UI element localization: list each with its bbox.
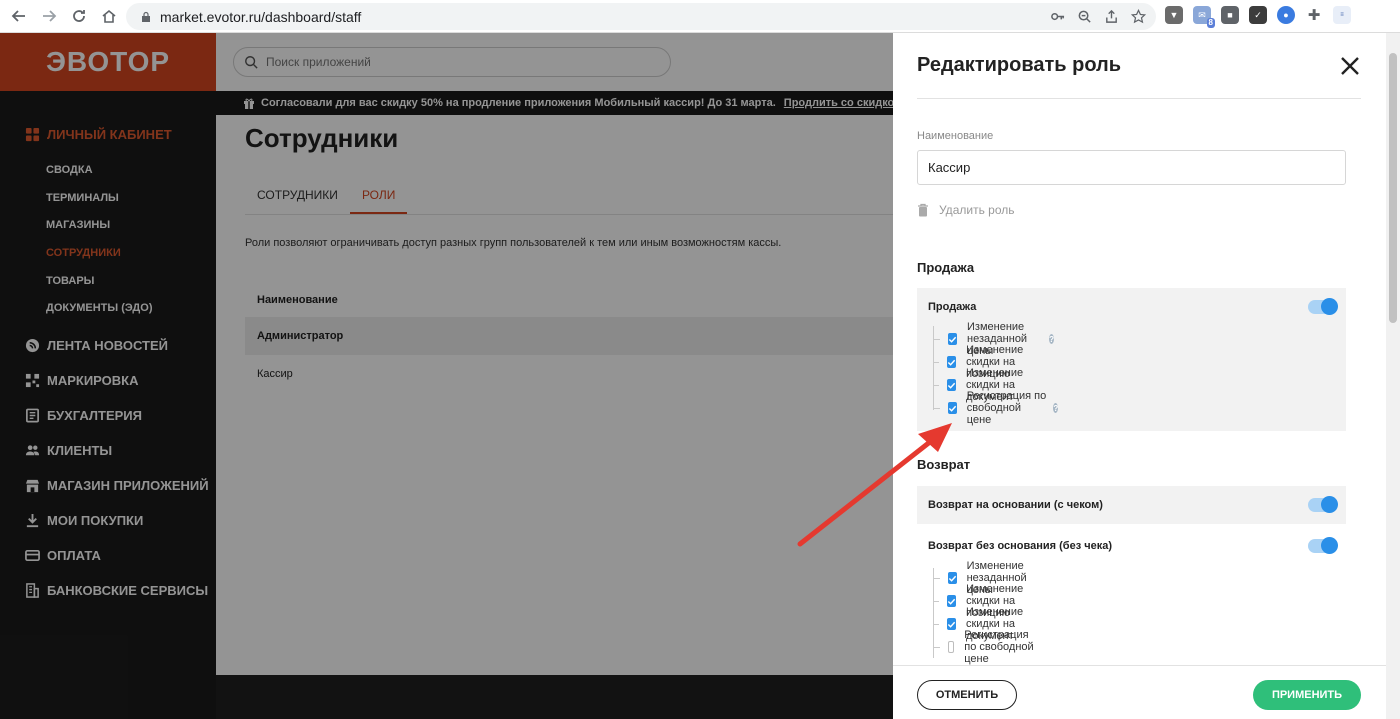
permission-label: Регистрация по свободной цене: [966, 390, 1047, 426]
checkbox-checked[interactable]: [947, 356, 957, 368]
puzzle-icon[interactable]: ✚: [1305, 6, 1323, 24]
help-icon[interactable]: ?: [1049, 334, 1055, 344]
modal-overlay[interactable]: [0, 33, 893, 719]
return-without-receipt-toggle[interactable]: [1308, 537, 1338, 554]
check-extension-icon[interactable]: ✓: [1249, 6, 1267, 24]
checkbox-checked[interactable]: [947, 595, 957, 607]
globe-extension-icon[interactable]: ●: [1277, 6, 1295, 24]
role-name-input[interactable]: [917, 150, 1346, 185]
return-with-receipt-row: Возврат на основании (с чеком): [917, 486, 1346, 524]
zoom-icon[interactable]: [1077, 9, 1092, 24]
edit-role-drawer: Редактировать роль Наименование Удалить …: [893, 33, 1400, 719]
tree-branch: [933, 646, 940, 648]
checkbox-checked[interactable]: [948, 333, 958, 345]
promo-extension-icon[interactable]: ≡: [1333, 6, 1351, 24]
tree-branch: [933, 361, 940, 363]
url-text: market.evotor.ru/dashboard/staff: [160, 8, 362, 25]
check-icon: [948, 575, 956, 582]
extensions-bar: ▼ ✉ 8 ■ ✓ ● ✚ ≡: [1165, 6, 1351, 28]
tree-branch: [933, 600, 940, 602]
trash-icon: [918, 203, 928, 217]
square-extension-icon[interactable]: ■: [1221, 6, 1239, 24]
delete-role-button[interactable]: Удалить роль: [917, 203, 1015, 217]
check-icon: [948, 336, 957, 343]
forward-button[interactable]: [38, 5, 60, 27]
lock-icon: [142, 11, 150, 22]
shield-extension-icon[interactable]: ▼: [1165, 6, 1183, 24]
drawer-header: Редактировать роль: [917, 33, 1361, 99]
home-button[interactable]: [98, 5, 120, 27]
sale-toggle[interactable]: [1308, 298, 1338, 315]
star-icon[interactable]: [1131, 9, 1146, 24]
sale-toggle-label: Продажа: [928, 301, 977, 313]
check-icon: [947, 621, 956, 628]
back-button[interactable]: [8, 5, 30, 27]
check-icon: [947, 359, 956, 366]
tree-branch: [933, 338, 941, 340]
reload-button[interactable]: [68, 5, 90, 27]
checkbox-checked[interactable]: [946, 379, 956, 391]
checkbox-unchecked[interactable]: [947, 641, 955, 653]
cancel-button[interactable]: ОТМЕНИТЬ: [917, 680, 1017, 710]
scrollbar-thumb[interactable]: [1389, 53, 1397, 323]
checkbox-checked[interactable]: [946, 618, 956, 630]
arrow-left-icon: [11, 10, 25, 22]
check-icon: [947, 598, 956, 605]
drawer-scrollbar[interactable]: [1386, 33, 1400, 719]
permission-item[interactable]: Регистрация по свободной цене ?: [933, 390, 1059, 426]
checkbox-checked[interactable]: [947, 402, 957, 414]
drawer-footer: ОТМЕНИТЬ ПРИМЕНИТЬ: [893, 665, 1386, 719]
tree-branch: [933, 407, 940, 409]
tree-branch: [933, 384, 939, 386]
address-bar[interactable]: market.evotor.ru/dashboard/staff: [126, 3, 1156, 30]
home-icon: [102, 9, 116, 23]
check-icon: [947, 382, 956, 389]
delete-role-label: Удалить роль: [939, 203, 1015, 217]
apply-button[interactable]: ПРИМЕНИТЬ: [1253, 680, 1361, 710]
address-bar-actions: [1050, 3, 1146, 30]
tree-branch: [933, 623, 939, 625]
name-field-label: Наименование: [917, 130, 994, 142]
key-icon[interactable]: [1050, 9, 1065, 24]
check-icon: [948, 405, 956, 412]
return-with-receipt-label: Возврат на основании (с чеком): [928, 499, 1103, 511]
browser-toolbar: market.evotor.ru/dashboard/staff ▼ ✉ 8 ■ …: [0, 0, 1400, 33]
mail-extension-icon[interactable]: ✉ 8: [1193, 6, 1215, 28]
permission-label: Регистрация по свободной цене: [964, 629, 1034, 665]
tree-branch: [933, 577, 940, 579]
help-icon[interactable]: ?: [1053, 403, 1059, 413]
drawer-title: Редактировать роль: [917, 54, 1122, 76]
close-button[interactable]: [1339, 55, 1361, 77]
checkbox-checked[interactable]: [947, 572, 957, 584]
share-icon[interactable]: [1104, 9, 1119, 24]
sale-group-title: Продажа: [917, 260, 975, 275]
close-icon: [1341, 57, 1359, 75]
permission-item[interactable]: Регистрация по свободной цене: [933, 629, 1041, 665]
return-without-receipt-label: Возврат без основания (без чека): [928, 540, 1113, 552]
reload-icon: [73, 10, 85, 22]
return-with-receipt-toggle[interactable]: [1308, 496, 1338, 513]
return-group-title: Возврат: [917, 457, 971, 472]
arrow-right-icon: [43, 10, 57, 22]
